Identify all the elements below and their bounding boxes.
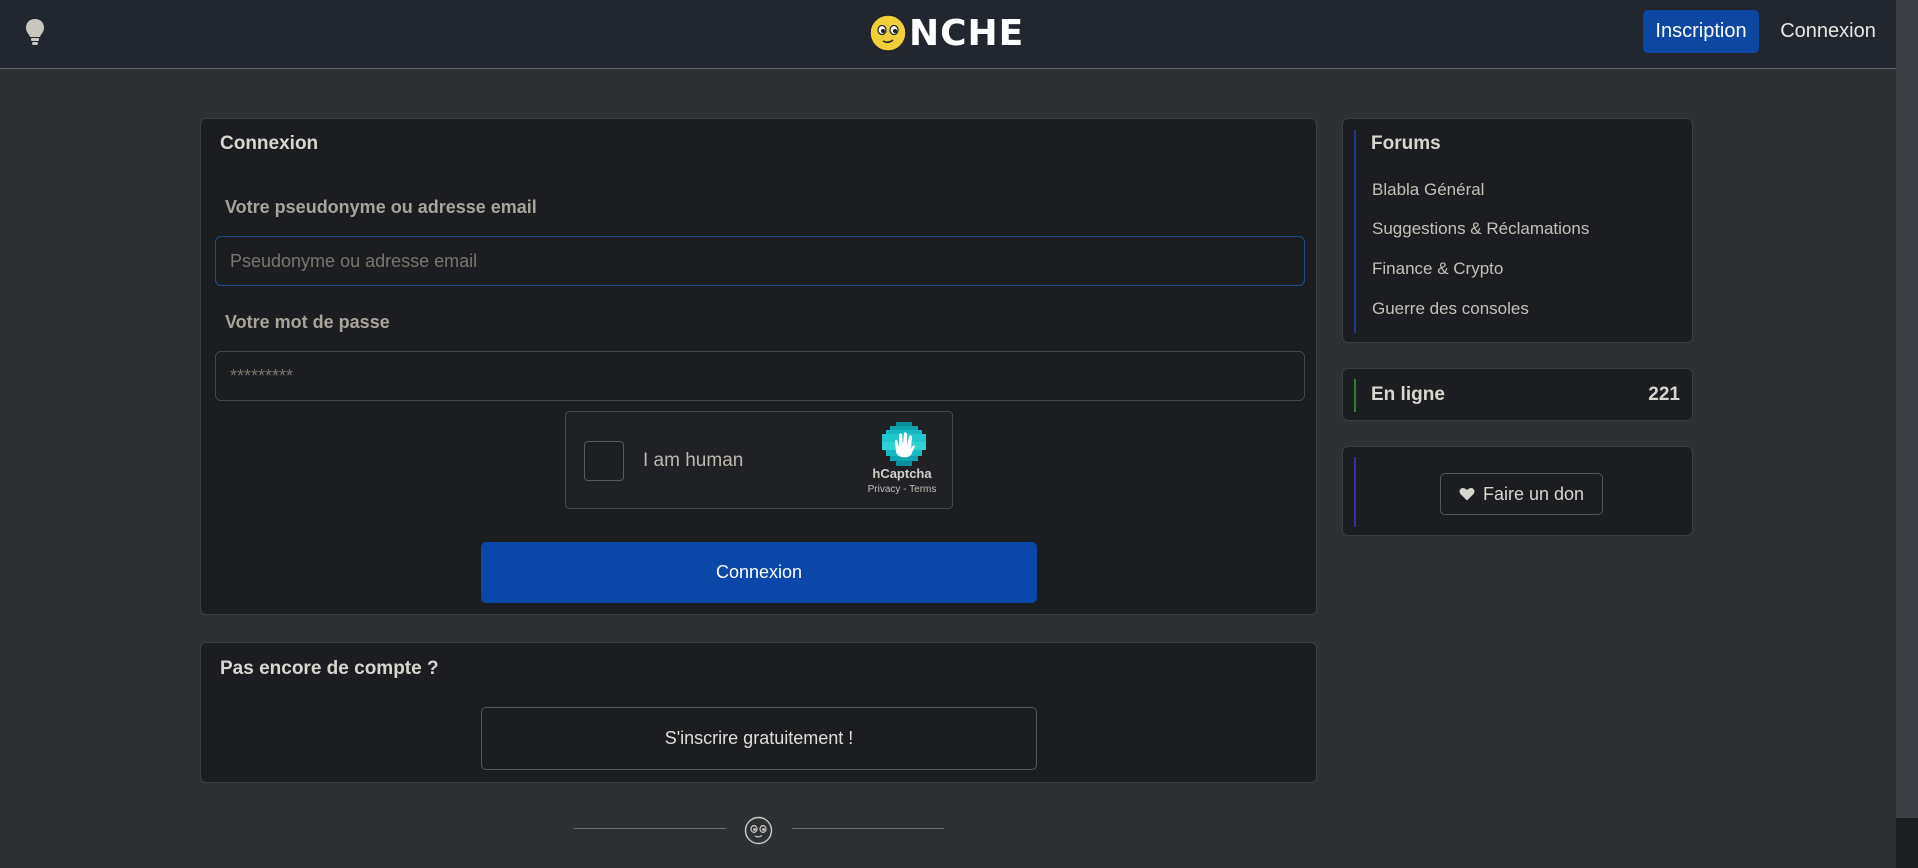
online-card: En ligne 221 [1342,368,1693,421]
login-card: Connexion Votre pseudonyme ou adresse em… [200,118,1317,615]
password-input[interactable] [215,351,1305,401]
forum-link-consoles[interactable]: Guerre des consoles [1372,299,1529,319]
footer-divider-right [792,828,944,829]
username-input[interactable] [215,236,1305,286]
hcaptcha-logo-icon [882,422,926,466]
forums-card: Forums Blabla Général Suggestions & Récl… [1342,118,1693,343]
captcha-brand: hCaptcha [872,466,932,481]
signup-card: Pas encore de compte ? S'inscrire gratui… [200,642,1317,783]
signup-card-title: Pas encore de compte ? [220,658,439,679]
footer-divider-left [574,828,726,829]
heart-icon [1459,487,1475,501]
online-accent-bar [1354,379,1356,412]
online-label: En ligne [1371,384,1445,405]
donate-accent-bar [1354,457,1356,527]
scrollbar-thumb[interactable] [1896,0,1918,818]
forums-title: Forums [1371,133,1441,154]
login-nav-link[interactable]: Connexion [1768,10,1888,53]
donate-label: Faire un don [1482,483,1585,504]
lightbulb-icon[interactable] [24,18,46,46]
donate-button[interactable]: Faire un don [1440,473,1603,515]
login-card-title: Connexion [220,133,319,154]
logo-text: NCHE [909,12,1025,54]
forums-accent-bar [1354,130,1356,333]
captcha-label: I am human [643,450,744,471]
username-label: Votre pseudonyme ou adresse email [225,197,537,217]
hcaptcha-widget: I am human hCaptcha Privacy - Terms [565,411,953,509]
top-navbar: NCHE Inscription Connexion [0,0,1896,69]
login-submit-button[interactable]: Connexion [481,542,1037,603]
forum-link-suggestions[interactable]: Suggestions & Réclamations [1372,219,1589,239]
signup-nav-button[interactable]: Inscription [1643,10,1759,53]
captcha-checkbox[interactable] [584,441,624,481]
online-count: 221 [1648,384,1680,405]
signup-free-button[interactable]: S'inscrire gratuitement ! [481,707,1037,770]
captcha-links[interactable]: Privacy - Terms [846,484,958,495]
site-logo[interactable]: NCHE [869,12,1024,54]
forum-link-finance[interactable]: Finance & Crypto [1372,259,1503,279]
onche-face-icon [744,816,773,845]
password-label: Votre mot de passe [225,312,390,332]
forum-link-blabla[interactable]: Blabla Général [1372,180,1484,200]
donate-card: Faire un don [1342,446,1693,536]
onche-logo-face-icon [869,14,907,52]
